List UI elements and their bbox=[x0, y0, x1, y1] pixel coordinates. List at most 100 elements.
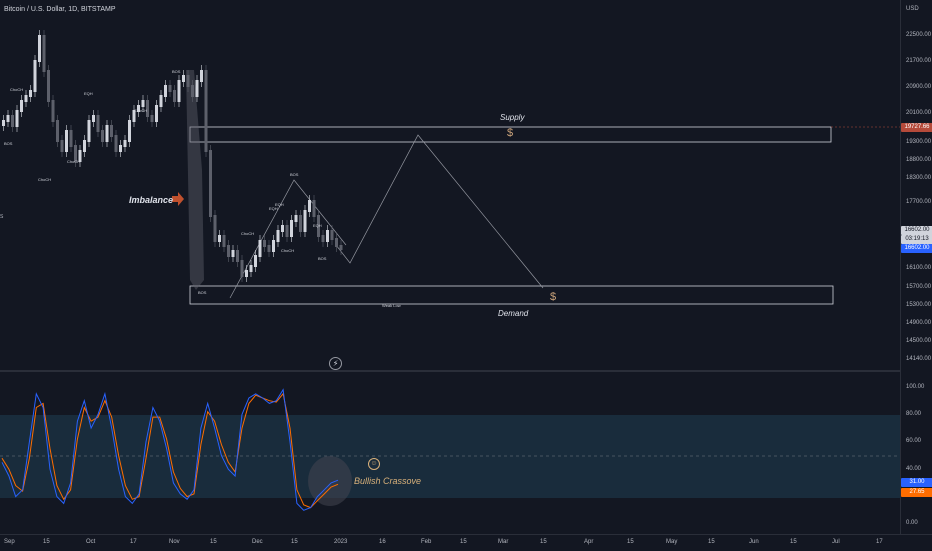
candle-body bbox=[182, 75, 185, 82]
stoch-band bbox=[0, 415, 900, 498]
candle-body bbox=[218, 235, 221, 242]
bos-label: BOS bbox=[4, 141, 13, 146]
time-tick: Jul bbox=[832, 539, 840, 545]
candle-body bbox=[38, 35, 41, 62]
candle-body bbox=[173, 90, 176, 102]
candle-body bbox=[200, 70, 203, 82]
price-tick: 14140.00 bbox=[906, 356, 932, 362]
time-tick: Jun bbox=[749, 539, 759, 545]
candle-body bbox=[101, 130, 104, 142]
last-price-badge: 16602.00 bbox=[901, 226, 932, 235]
osc-tick: 40.00 bbox=[906, 466, 922, 472]
demand-zone[interactable] bbox=[189, 285, 834, 305]
candle-body bbox=[299, 215, 302, 232]
choch-label: ChoCH bbox=[134, 108, 148, 113]
candle-body bbox=[303, 210, 307, 232]
choch-label: ChoCH bbox=[67, 159, 81, 164]
candle-body bbox=[6, 115, 10, 122]
bos-label: BOS bbox=[172, 69, 181, 74]
price-tick: 18800.00 bbox=[906, 157, 932, 163]
stochastic-chart[interactable] bbox=[0, 372, 900, 534]
smiley-icon: ☺ bbox=[368, 458, 380, 470]
time-tick: 15 bbox=[460, 539, 467, 545]
price-axis[interactable]: USD 22500.00 21700.00 20900.00 20100.00 … bbox=[900, 0, 932, 534]
candle-body bbox=[2, 120, 5, 126]
candle-body bbox=[33, 60, 37, 92]
time-tick: 15 bbox=[291, 539, 298, 545]
projection-path[interactable] bbox=[335, 134, 544, 289]
bos-label: BOS bbox=[198, 290, 207, 295]
price-tick: 17700.00 bbox=[906, 199, 932, 205]
osc-tick: 100.00 bbox=[906, 384, 925, 390]
bullish-crossover-label: Bullish Crassove bbox=[354, 476, 422, 486]
candle-body bbox=[69, 130, 73, 147]
stochastic-pane[interactable]: ☺ Bullish Crassove bbox=[0, 372, 900, 534]
candle-body bbox=[155, 105, 158, 122]
price-tick: 20900.00 bbox=[906, 84, 932, 90]
price-tick: 19300.00 bbox=[906, 139, 932, 145]
tradingview-chart: Bitcoin / U.S. Dollar, 1D, BITSTAMP S Su… bbox=[0, 0, 932, 551]
candle-body bbox=[213, 215, 217, 242]
time-tick: 15 bbox=[43, 539, 50, 545]
price-tick: 14500.00 bbox=[906, 338, 932, 344]
supply-price-badge: 19727.66 bbox=[901, 123, 932, 132]
candle-body bbox=[258, 240, 262, 257]
time-axis[interactable]: Sep 15 Oct 17 Nov 15 Dec 15 2023 16 Feb … bbox=[0, 534, 932, 551]
bullish-crossover-highlight bbox=[308, 456, 352, 506]
eqh-label: EQH bbox=[84, 91, 93, 96]
price-chart[interactable] bbox=[0, 0, 900, 370]
candle-body bbox=[150, 115, 154, 122]
price-pane[interactable]: Bitcoin / U.S. Dollar, 1D, BITSTAMP S Su… bbox=[0, 0, 900, 370]
imbalance-zone[interactable] bbox=[186, 70, 204, 290]
candle-body bbox=[20, 100, 23, 112]
candle-body bbox=[177, 80, 181, 102]
choch-label: ChoCH bbox=[38, 177, 52, 182]
candle-body bbox=[87, 120, 91, 142]
symbol-title[interactable]: Bitcoin / U.S. Dollar, 1D, BITSTAMP bbox=[4, 6, 116, 13]
time-tick: 15 bbox=[708, 539, 715, 545]
time-tick: Feb bbox=[421, 539, 432, 545]
bos-label: BOS bbox=[290, 172, 299, 177]
candles bbox=[2, 30, 343, 282]
candle-body bbox=[276, 230, 280, 242]
imbalance-label: Imbalance bbox=[129, 195, 174, 205]
stoch-d-badge: 27.65 bbox=[901, 488, 932, 497]
bos-label: BOS bbox=[318, 256, 327, 261]
candle-body bbox=[308, 200, 311, 212]
candle-body bbox=[231, 250, 235, 257]
time-tick: 2023 bbox=[334, 539, 348, 545]
candle-body bbox=[267, 245, 271, 252]
candle-body bbox=[285, 225, 289, 237]
time-tick: 17 bbox=[130, 539, 137, 545]
candle-body bbox=[29, 90, 32, 97]
last-close-badge: 16602.00 bbox=[901, 244, 932, 253]
candle-body bbox=[96, 115, 100, 132]
osc-tick: 60.00 bbox=[906, 438, 922, 444]
candle-body bbox=[60, 140, 64, 152]
time-tick: Oct bbox=[86, 539, 96, 545]
time-tick: 15 bbox=[540, 539, 547, 545]
price-tick: 20100.00 bbox=[906, 110, 932, 116]
time-tick: Nov bbox=[169, 539, 180, 545]
candle-body bbox=[168, 85, 172, 92]
lightning-icon[interactable]: ⚡︎ bbox=[329, 357, 342, 370]
candle-body bbox=[24, 95, 28, 102]
time-tick: 16 bbox=[379, 539, 386, 545]
candle-body bbox=[119, 145, 122, 152]
currency-label: USD bbox=[906, 6, 919, 12]
candle-body bbox=[186, 75, 190, 87]
candle-body bbox=[312, 200, 316, 217]
demand-label: Demand bbox=[498, 309, 529, 318]
candle-body bbox=[294, 215, 298, 222]
candle-body bbox=[272, 240, 275, 252]
candle-body bbox=[209, 150, 212, 217]
candle-body bbox=[47, 70, 50, 102]
candle-body bbox=[128, 120, 131, 142]
time-tick: 15 bbox=[627, 539, 634, 545]
candle-body bbox=[249, 265, 253, 272]
candle-body bbox=[240, 260, 244, 277]
candle-body bbox=[110, 125, 113, 137]
candle-body bbox=[339, 245, 343, 250]
stoch-k-badge: 31.00 bbox=[901, 478, 932, 487]
imbalance-arrow bbox=[172, 192, 184, 206]
